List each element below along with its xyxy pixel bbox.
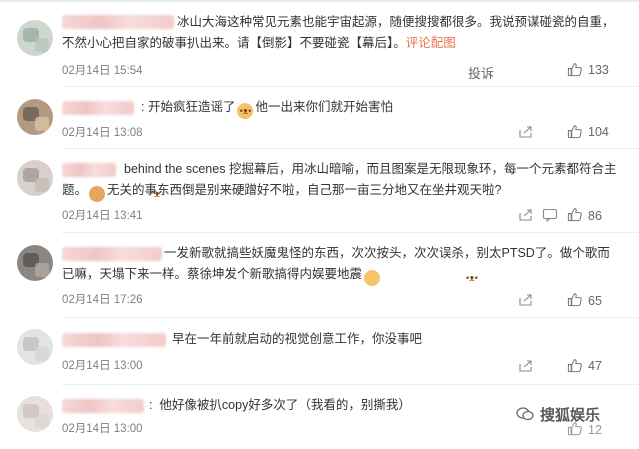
like-icon[interactable] [567, 124, 582, 139]
avatar[interactable] [17, 245, 53, 281]
comment-text: 冰山大海这种常见元素也能宇宙起源，随便搜搜都很多。我说预谋碰瓷的自重，不然小心把… [62, 15, 615, 50]
like-icon[interactable] [567, 358, 582, 373]
share-icon[interactable] [518, 359, 534, 373]
like-icon[interactable] [567, 207, 582, 222]
divider [62, 317, 639, 318]
share-icon[interactable] [518, 125, 534, 139]
like-count: 65 [588, 294, 602, 308]
divider [62, 86, 639, 87]
comment-time: 02月14日 13:00 [62, 423, 143, 435]
avatar[interactable] [17, 160, 53, 196]
avatar[interactable] [17, 99, 53, 135]
like-icon[interactable] [567, 62, 582, 77]
divider [62, 232, 639, 233]
comment-text: behind the scenes 挖掘幕后，用冰山暗喻，而且图案是无限现象环，… [62, 159, 622, 202]
divider [62, 148, 639, 149]
share-icon[interactable] [518, 293, 534, 307]
wechat-icon [516, 407, 534, 421]
avatar[interactable] [17, 20, 53, 56]
like-count: 12 [588, 423, 602, 437]
comment-text: : 开始疯狂造谣了 •ᴥ• 他一出来你们就开始害怕 [141, 97, 621, 119]
comment-time: 02月14日 13:00 [62, 360, 143, 372]
comment-time: 02月14日 17:26 [62, 294, 143, 306]
username[interactable] [62, 333, 166, 347]
avatar[interactable] [17, 329, 53, 365]
like-count: 104 [588, 125, 609, 139]
divider [62, 384, 639, 385]
username[interactable] [62, 101, 134, 115]
comment-text: 早在一年前就启动的视觉创意工作，你没事吧 [172, 332, 423, 346]
avatar[interactable] [17, 396, 53, 432]
comment-time: 02月14日 15:54 [62, 65, 143, 77]
top-divider [0, 0, 639, 2]
like-icon[interactable] [567, 292, 582, 307]
dog-emoji: •ᴥ• [364, 270, 478, 286]
cat-emoji: ᵔᴥᵔ [89, 186, 163, 202]
reply-icon[interactable] [542, 208, 558, 222]
like-count: 133 [588, 63, 609, 77]
username[interactable] [62, 399, 144, 413]
like-count: 47 [588, 359, 602, 373]
dog-emoji: •ᴥ• [237, 103, 254, 119]
watermark-text: 搜狐娱乐 [540, 407, 601, 424]
comment-text: : 他好像被扒copy好多次了（我看的，别撕我） [149, 398, 411, 412]
report-button[interactable]: 投诉 [468, 63, 494, 82]
comment-text: 一发新歌就搞些妖魔鬼怪的东西，次次按头，次次误杀，别太PTSD了。做个歌而已嘛，… [62, 243, 622, 286]
like-count: 86 [588, 209, 602, 223]
comment-time: 02月14日 13:41 [62, 210, 143, 222]
comment-time: 02月14日 13:08 [62, 127, 143, 139]
share-icon[interactable] [518, 208, 534, 222]
comment-image-link[interactable]: 评论配图 [406, 36, 456, 50]
